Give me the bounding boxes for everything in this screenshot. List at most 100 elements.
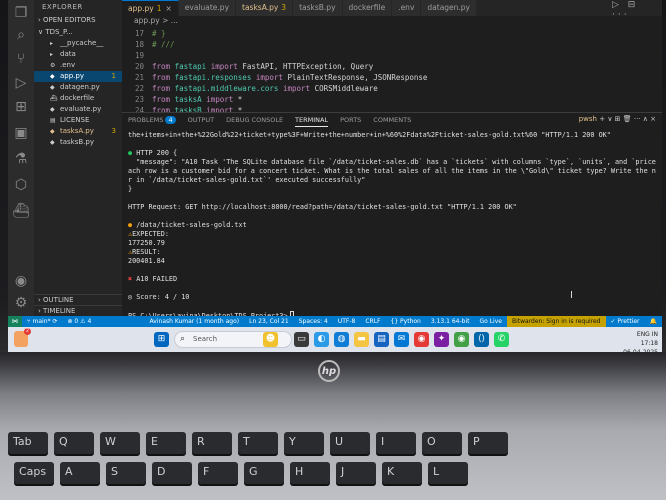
account-icon[interactable]: ◉	[12, 272, 30, 290]
keyboard-key[interactable]: R	[192, 432, 232, 454]
terminal-expected-value: 177250.79	[128, 239, 165, 247]
chrome-icon[interactable]: ◉	[414, 332, 429, 347]
file-item[interactable]: ◆ tasksA.py 3	[34, 126, 122, 137]
panel-tab-output[interactable]: OUTPUT	[188, 113, 215, 127]
editor-tab[interactable]: datagen.py	[421, 0, 477, 16]
docker-icon[interactable]: ⛴	[12, 202, 30, 220]
git-branch[interactable]: ⑂ main* ⟳	[22, 316, 62, 327]
panel-tab-comments[interactable]: COMMENTS	[373, 113, 411, 127]
mail-icon[interactable]: ✉	[394, 332, 409, 347]
keyboard-key[interactable]: G	[244, 462, 284, 484]
task-view-icon[interactable]: ▭	[294, 332, 309, 347]
file-item[interactable]: ◆ tasksB.py	[34, 137, 122, 148]
project-folder[interactable]: ∨ TDS_P...	[34, 26, 122, 38]
keyboard-key[interactable]: E	[146, 432, 186, 454]
file-item[interactable]: ◆ datagen.py	[34, 82, 122, 93]
editor-tab[interactable]: tasksB.py	[293, 0, 343, 16]
bitwarden-signin[interactable]: Bitwarden: Sign in is required	[506, 316, 606, 327]
open-editors-label: OPEN EDITORS	[43, 16, 96, 24]
code-editor[interactable]: 17 # } 18 # /// 19 20 from fastapi import Fast…	[122, 28, 662, 115]
keyboard-key[interactable]: L	[428, 462, 468, 484]
file-item[interactable]: ⚙ .env	[34, 60, 122, 71]
open-editors-section[interactable]: › OPEN EDITORS	[34, 14, 122, 26]
language-mode[interactable]: {} Python	[386, 316, 426, 327]
keyboard-key[interactable]: F	[198, 462, 238, 484]
terminal-action-icons[interactable]: + ∨ ⊞ 🗑 ··· ∧ ×	[599, 115, 656, 123]
whatsapp-icon[interactable]: ✆	[494, 332, 509, 347]
close-tab-icon[interactable]: ×	[165, 4, 171, 13]
keyboard-row: Caps A S D F G H J K L	[14, 462, 468, 484]
problems-summary[interactable]: ⊗ 0 ⚠ 4	[62, 316, 96, 327]
keyboard-key[interactable]: Tab	[8, 432, 48, 454]
file-item[interactable]: ◆ evaluate.py	[34, 104, 122, 115]
file-item[interactable]: ◆ app.py 1	[34, 71, 122, 82]
weather-widget-icon[interactable]: 2	[14, 328, 31, 347]
file-explorer-icon[interactable]: ▬	[354, 332, 369, 347]
line-ending[interactable]: CRLF	[360, 316, 385, 327]
terminal-output[interactable]: the+items+in+the+%22Gold%22+ticket+type%…	[128, 131, 656, 320]
run-debug-icon[interactable]: ▷	[12, 74, 30, 92]
live-share-icon[interactable]: ⬡	[12, 176, 30, 194]
editor-tab[interactable]: dockerfile	[342, 0, 393, 16]
app-icon[interactable]: ✦	[434, 332, 449, 347]
keyboard-key[interactable]: A	[60, 462, 100, 484]
copilot-icon[interactable]: ◐	[314, 332, 329, 347]
remote-indicator-icon[interactable]: ⋈	[8, 316, 22, 327]
keyboard-key[interactable]: Caps	[14, 462, 54, 484]
keyboard-key[interactable]: I	[376, 432, 416, 454]
keyboard-key[interactable]: O	[422, 432, 462, 454]
vscode-icon[interactable]: ⟨⟩	[474, 332, 489, 347]
editor-tab[interactable]: app.py 1 ×	[122, 0, 179, 16]
editor-tab[interactable]: .env	[392, 0, 422, 16]
file-item[interactable]: ▸ __pycache__	[34, 38, 122, 49]
cursor-position[interactable]: Ln 23, Col 21	[244, 316, 294, 327]
panel-tab-label: COMMENTS	[373, 116, 412, 124]
chrome-profile-icon[interactable]: ◉	[454, 332, 469, 347]
source-control-icon[interactable]: ⑂	[12, 50, 30, 68]
editor-actions[interactable]: ▷ ⊟ ···	[612, 0, 658, 20]
editor-tab[interactable]: tasksA.py 3	[236, 0, 294, 16]
search-icon[interactable]: ⌕	[12, 26, 30, 44]
go-live-button[interactable]: Go Live	[474, 316, 506, 327]
keyboard-key[interactable]: D	[152, 462, 192, 484]
timeline-section[interactable]: › TIMELINE	[34, 305, 122, 316]
panel-tab-debug-console[interactable]: DEBUG CONSOLE	[226, 113, 283, 127]
terminal-actions[interactable]: pwsh + ∨ ⊞ 🗑 ··· ∧ ×	[579, 115, 656, 123]
panel-tab-problems[interactable]: PROBLEMS 4	[128, 113, 176, 127]
system-tray[interactable]: ENG IN 17:18 06-04-2025	[623, 330, 658, 352]
keyboard-key[interactable]: S	[106, 462, 146, 484]
keyboard-key[interactable]: T	[238, 432, 278, 454]
keyboard-key[interactable]: W	[100, 432, 140, 454]
copilot-badge-icon[interactable]: ☻	[263, 332, 278, 347]
keyboard-key[interactable]: Q	[54, 432, 94, 454]
keyboard-key[interactable]: J	[336, 462, 376, 484]
extensions-icon[interactable]: ⊞	[12, 98, 30, 116]
remote-explorer-icon[interactable]: ▣	[12, 124, 30, 142]
panel-tab-terminal[interactable]: TERMINAL	[295, 113, 329, 127]
start-windows-icon[interactable]: ⊞	[154, 332, 169, 347]
terminal-shell-label[interactable]: pwsh	[579, 115, 597, 123]
store-icon[interactable]: ▤	[374, 332, 389, 347]
keyboard-key[interactable]: U	[330, 432, 370, 454]
outline-section[interactable]: › OUTLINE	[34, 294, 122, 305]
breadcrumb[interactable]: app.py > ...	[122, 16, 662, 28]
file-item[interactable]: ⛴ dockerfile	[34, 93, 122, 104]
file-item[interactable]: ▤ LICENSE	[34, 115, 122, 126]
python-interpreter[interactable]: 3.13.1 64-bit	[426, 316, 475, 327]
notifications-bell-icon[interactable]: 🔔	[645, 316, 662, 327]
encoding[interactable]: UTF-8	[333, 316, 361, 327]
settings-gear-icon[interactable]: ⚙	[12, 294, 30, 312]
edge-icon[interactable]: ◍	[334, 332, 349, 347]
editor-tab[interactable]: evaluate.py	[178, 0, 237, 16]
indentation[interactable]: Spaces: 4	[294, 316, 333, 327]
keyboard-key[interactable]: K	[382, 462, 422, 484]
keyboard-key[interactable]: H	[290, 462, 330, 484]
keyboard-key[interactable]: Y	[284, 432, 324, 454]
prettier-status[interactable]: ✓ Prettier	[606, 316, 645, 327]
files-icon[interactable]: ❐	[12, 4, 30, 22]
file-item[interactable]: ▸ data	[34, 49, 122, 60]
panel-tab-ports[interactable]: PORTS	[340, 113, 361, 127]
keyboard-key[interactable]: P	[468, 432, 508, 454]
testing-icon[interactable]: ⚗	[12, 150, 30, 168]
git-blame[interactable]: Avinash Kumar (1 month ago)	[145, 316, 245, 327]
